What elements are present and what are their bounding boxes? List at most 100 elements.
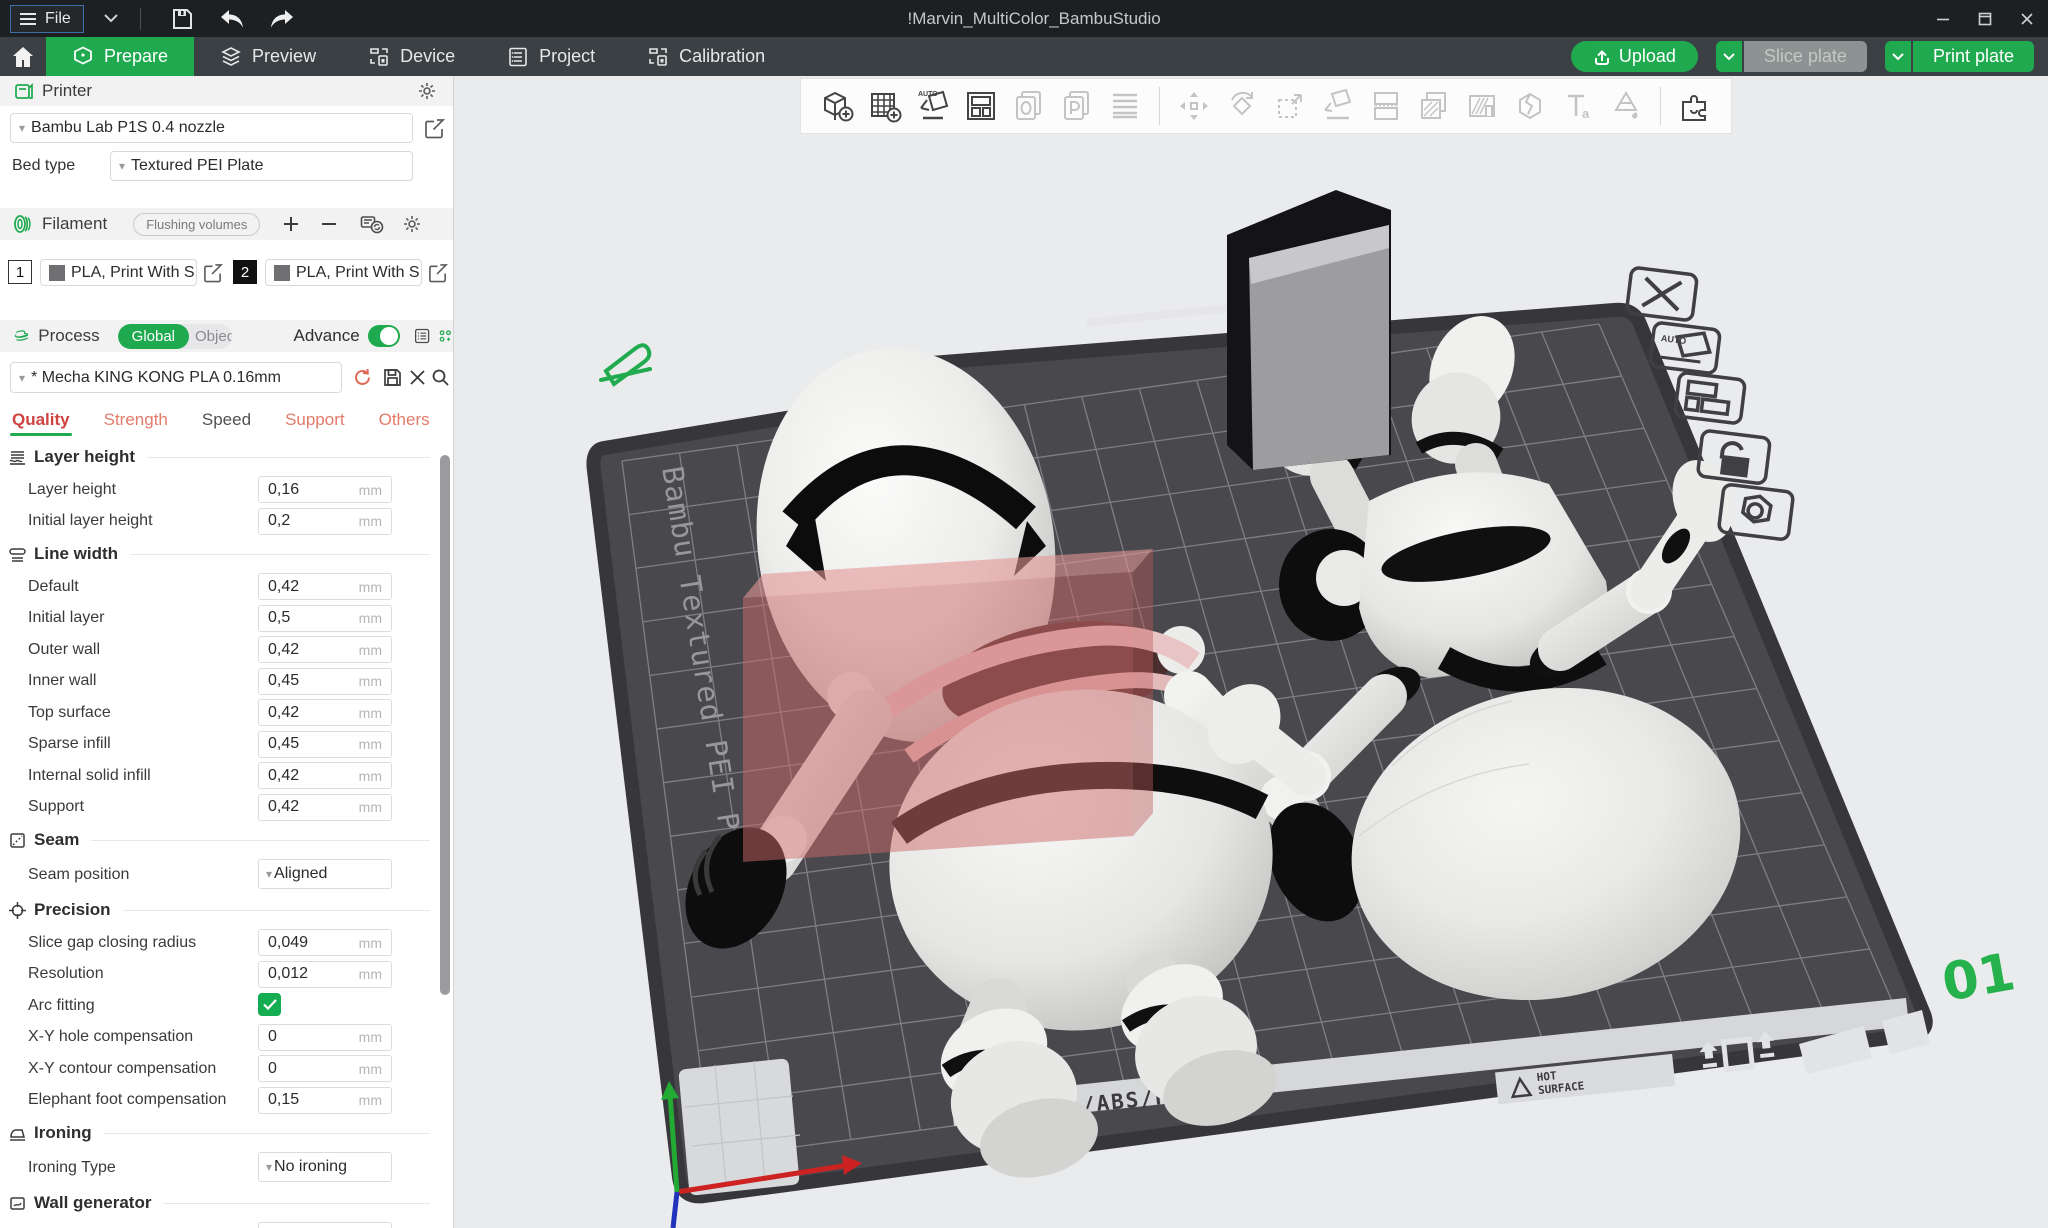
filament-2-select[interactable]: PLA, Print With S... (265, 259, 422, 286)
viewport-3d[interactable]: Bambu Textured PEI Plate PLA/ABS/PETG (454, 76, 2048, 1228)
tab-preview[interactable]: Preview (194, 37, 342, 76)
tab-support[interactable]: Support (285, 410, 345, 440)
split-parts-icon[interactable] (1059, 88, 1095, 124)
printer-icon (14, 81, 34, 101)
home-button[interactable] (0, 37, 46, 76)
arrange-plate-icon[interactable] (1675, 372, 1746, 424)
split-horizontal-icon[interactable] (1368, 88, 1404, 124)
minimize-button[interactable] (1922, 0, 1964, 37)
filament-settings-gear-icon[interactable] (402, 214, 422, 234)
lock-plate-icon[interactable] (1697, 430, 1770, 484)
printer-edit-icon[interactable] (424, 118, 445, 139)
tab-strength[interactable]: Strength (104, 410, 168, 440)
rotate-icon[interactable] (1224, 88, 1260, 124)
file-dropdown-button[interactable] (98, 10, 124, 28)
tab-device[interactable]: Device (342, 37, 481, 76)
advance-toggle[interactable] (368, 325, 400, 347)
wall-generator-select[interactable]: ▾Classic (258, 1222, 392, 1228)
print-dropdown-button[interactable] (1885, 41, 1911, 72)
support-line-width-input[interactable]: 0,42mm (258, 794, 392, 821)
process-preset-select[interactable]: ▾* Mecha KING KONG PLA 0.16mm (10, 362, 342, 393)
variable-layer-height-icon[interactable] (1107, 88, 1143, 124)
process-scope-toggle[interactable]: Global Objects (118, 324, 232, 349)
save-preset-icon[interactable] (382, 367, 403, 388)
remove-filament-icon[interactable] (320, 215, 338, 233)
bed-type-select[interactable]: ▾Textured PEI Plate (110, 151, 413, 181)
flushing-volumes-button[interactable]: Flushing volumes (133, 213, 260, 236)
tab-calibration[interactable]: Calibration (621, 37, 791, 76)
split-objects-icon[interactable] (1011, 88, 1047, 124)
default-line-width-input[interactable]: 0,42mm (258, 573, 392, 600)
upload-button[interactable]: Upload (1571, 41, 1698, 72)
initial-layer-height-input[interactable]: 0,2mm (258, 508, 392, 535)
auto-orient-icon[interactable]: AUTO (915, 88, 951, 124)
lay-flat-icon[interactable] (1320, 88, 1356, 124)
reset-preset-icon[interactable] (352, 367, 373, 388)
parameter-list-icon[interactable] (414, 326, 430, 346)
outer-wall-line-width-input[interactable]: 0,42mm (258, 636, 392, 663)
scope-objects[interactable]: Objects (189, 324, 231, 349)
filament-2-edit-icon[interactable] (428, 263, 448, 283)
clone-icon[interactable] (1416, 88, 1452, 124)
slice-gap-closing-input[interactable]: 0,049mm (258, 929, 392, 956)
printer-settings-gear-icon[interactable] (417, 81, 437, 101)
initial-layer-line-width-input[interactable]: 0,5mm (258, 605, 392, 632)
slice-plate-button[interactable]: Slice plate (1744, 41, 1867, 72)
arrange-icon[interactable] (963, 88, 999, 124)
filament-slot-1-index[interactable]: 1 (8, 260, 32, 284)
seam-position-select[interactable]: ▾Aligned (258, 859, 392, 889)
auto-orient-plate-icon[interactable]: AUTO (1650, 322, 1721, 374)
xy-contour-compensation-input[interactable]: 0mm (258, 1055, 392, 1082)
save-button[interactable] (167, 7, 197, 31)
internal-solid-infill-line-width-input[interactable]: 0,42mm (258, 762, 392, 789)
tab-quality[interactable]: Quality (12, 410, 70, 440)
model-box[interactable] (1227, 190, 1391, 470)
add-plate-icon[interactable] (867, 88, 903, 124)
wall-generator-icon (8, 1194, 27, 1213)
filament-1-edit-icon[interactable] (203, 263, 223, 283)
section-seam: Seam (0, 823, 438, 857)
maximize-button[interactable] (1964, 0, 2006, 37)
search-preset-icon[interactable] (431, 368, 450, 387)
undo-button[interactable] (217, 7, 247, 31)
viewport-toolbar: AUTO a (800, 78, 1732, 134)
resolution-input[interactable]: 0,012mm (258, 961, 392, 988)
ironing-type-select[interactable]: ▾No ironing (258, 1152, 392, 1182)
add-filament-icon[interactable] (282, 215, 300, 233)
file-menu-label: File (45, 10, 71, 28)
cut-icon[interactable] (1512, 88, 1548, 124)
filament-slot-2-index[interactable]: 2 (233, 260, 257, 284)
close-button[interactable] (2006, 0, 2048, 37)
plate-slot (1086, 302, 1246, 327)
file-menu-button[interactable]: File (10, 5, 84, 33)
slice-dropdown-button[interactable] (1716, 41, 1742, 72)
fill-color-icon[interactable] (1464, 88, 1500, 124)
add-object-icon[interactable] (819, 88, 855, 124)
layer-height-input[interactable]: 0,16mm (258, 476, 392, 503)
inner-wall-line-width-input[interactable]: 0,45mm (258, 668, 392, 695)
clear-preset-icon[interactable] (409, 369, 426, 386)
compare-presets-icon[interactable] (438, 327, 453, 345)
filament-1-select[interactable]: PLA, Print With S... (40, 259, 197, 286)
redo-button[interactable] (267, 7, 297, 31)
filament-sync-icon[interactable] (360, 213, 384, 235)
top-surface-line-width-input[interactable]: 0,42mm (258, 699, 392, 726)
printer-preset-select[interactable]: ▾Bambu Lab P1S 0.4 nozzle (10, 113, 413, 143)
paint-icon[interactable] (1608, 88, 1644, 124)
delete-plate-icon[interactable] (1626, 267, 1697, 321)
scale-icon[interactable] (1272, 88, 1308, 124)
sidebar-scrollbar[interactable] (440, 455, 450, 995)
arc-fitting-checkbox[interactable] (258, 993, 281, 1016)
xy-hole-compensation-input[interactable]: 0mm (258, 1024, 392, 1051)
sparse-infill-line-width-input[interactable]: 0,45mm (258, 731, 392, 758)
text-tool-icon[interactable]: a (1560, 88, 1596, 124)
tab-prepare[interactable]: Prepare (46, 37, 194, 76)
tab-speed[interactable]: Speed (202, 410, 251, 440)
elephant-foot-compensation-input[interactable]: 0,15mm (258, 1087, 392, 1114)
print-plate-button[interactable]: Print plate (1913, 41, 2034, 72)
assembly-icon[interactable] (1677, 88, 1713, 124)
tab-others[interactable]: Others (379, 410, 430, 440)
tab-project[interactable]: Project (481, 37, 621, 76)
move-icon[interactable] (1176, 88, 1212, 124)
scope-global[interactable]: Global (118, 324, 189, 349)
